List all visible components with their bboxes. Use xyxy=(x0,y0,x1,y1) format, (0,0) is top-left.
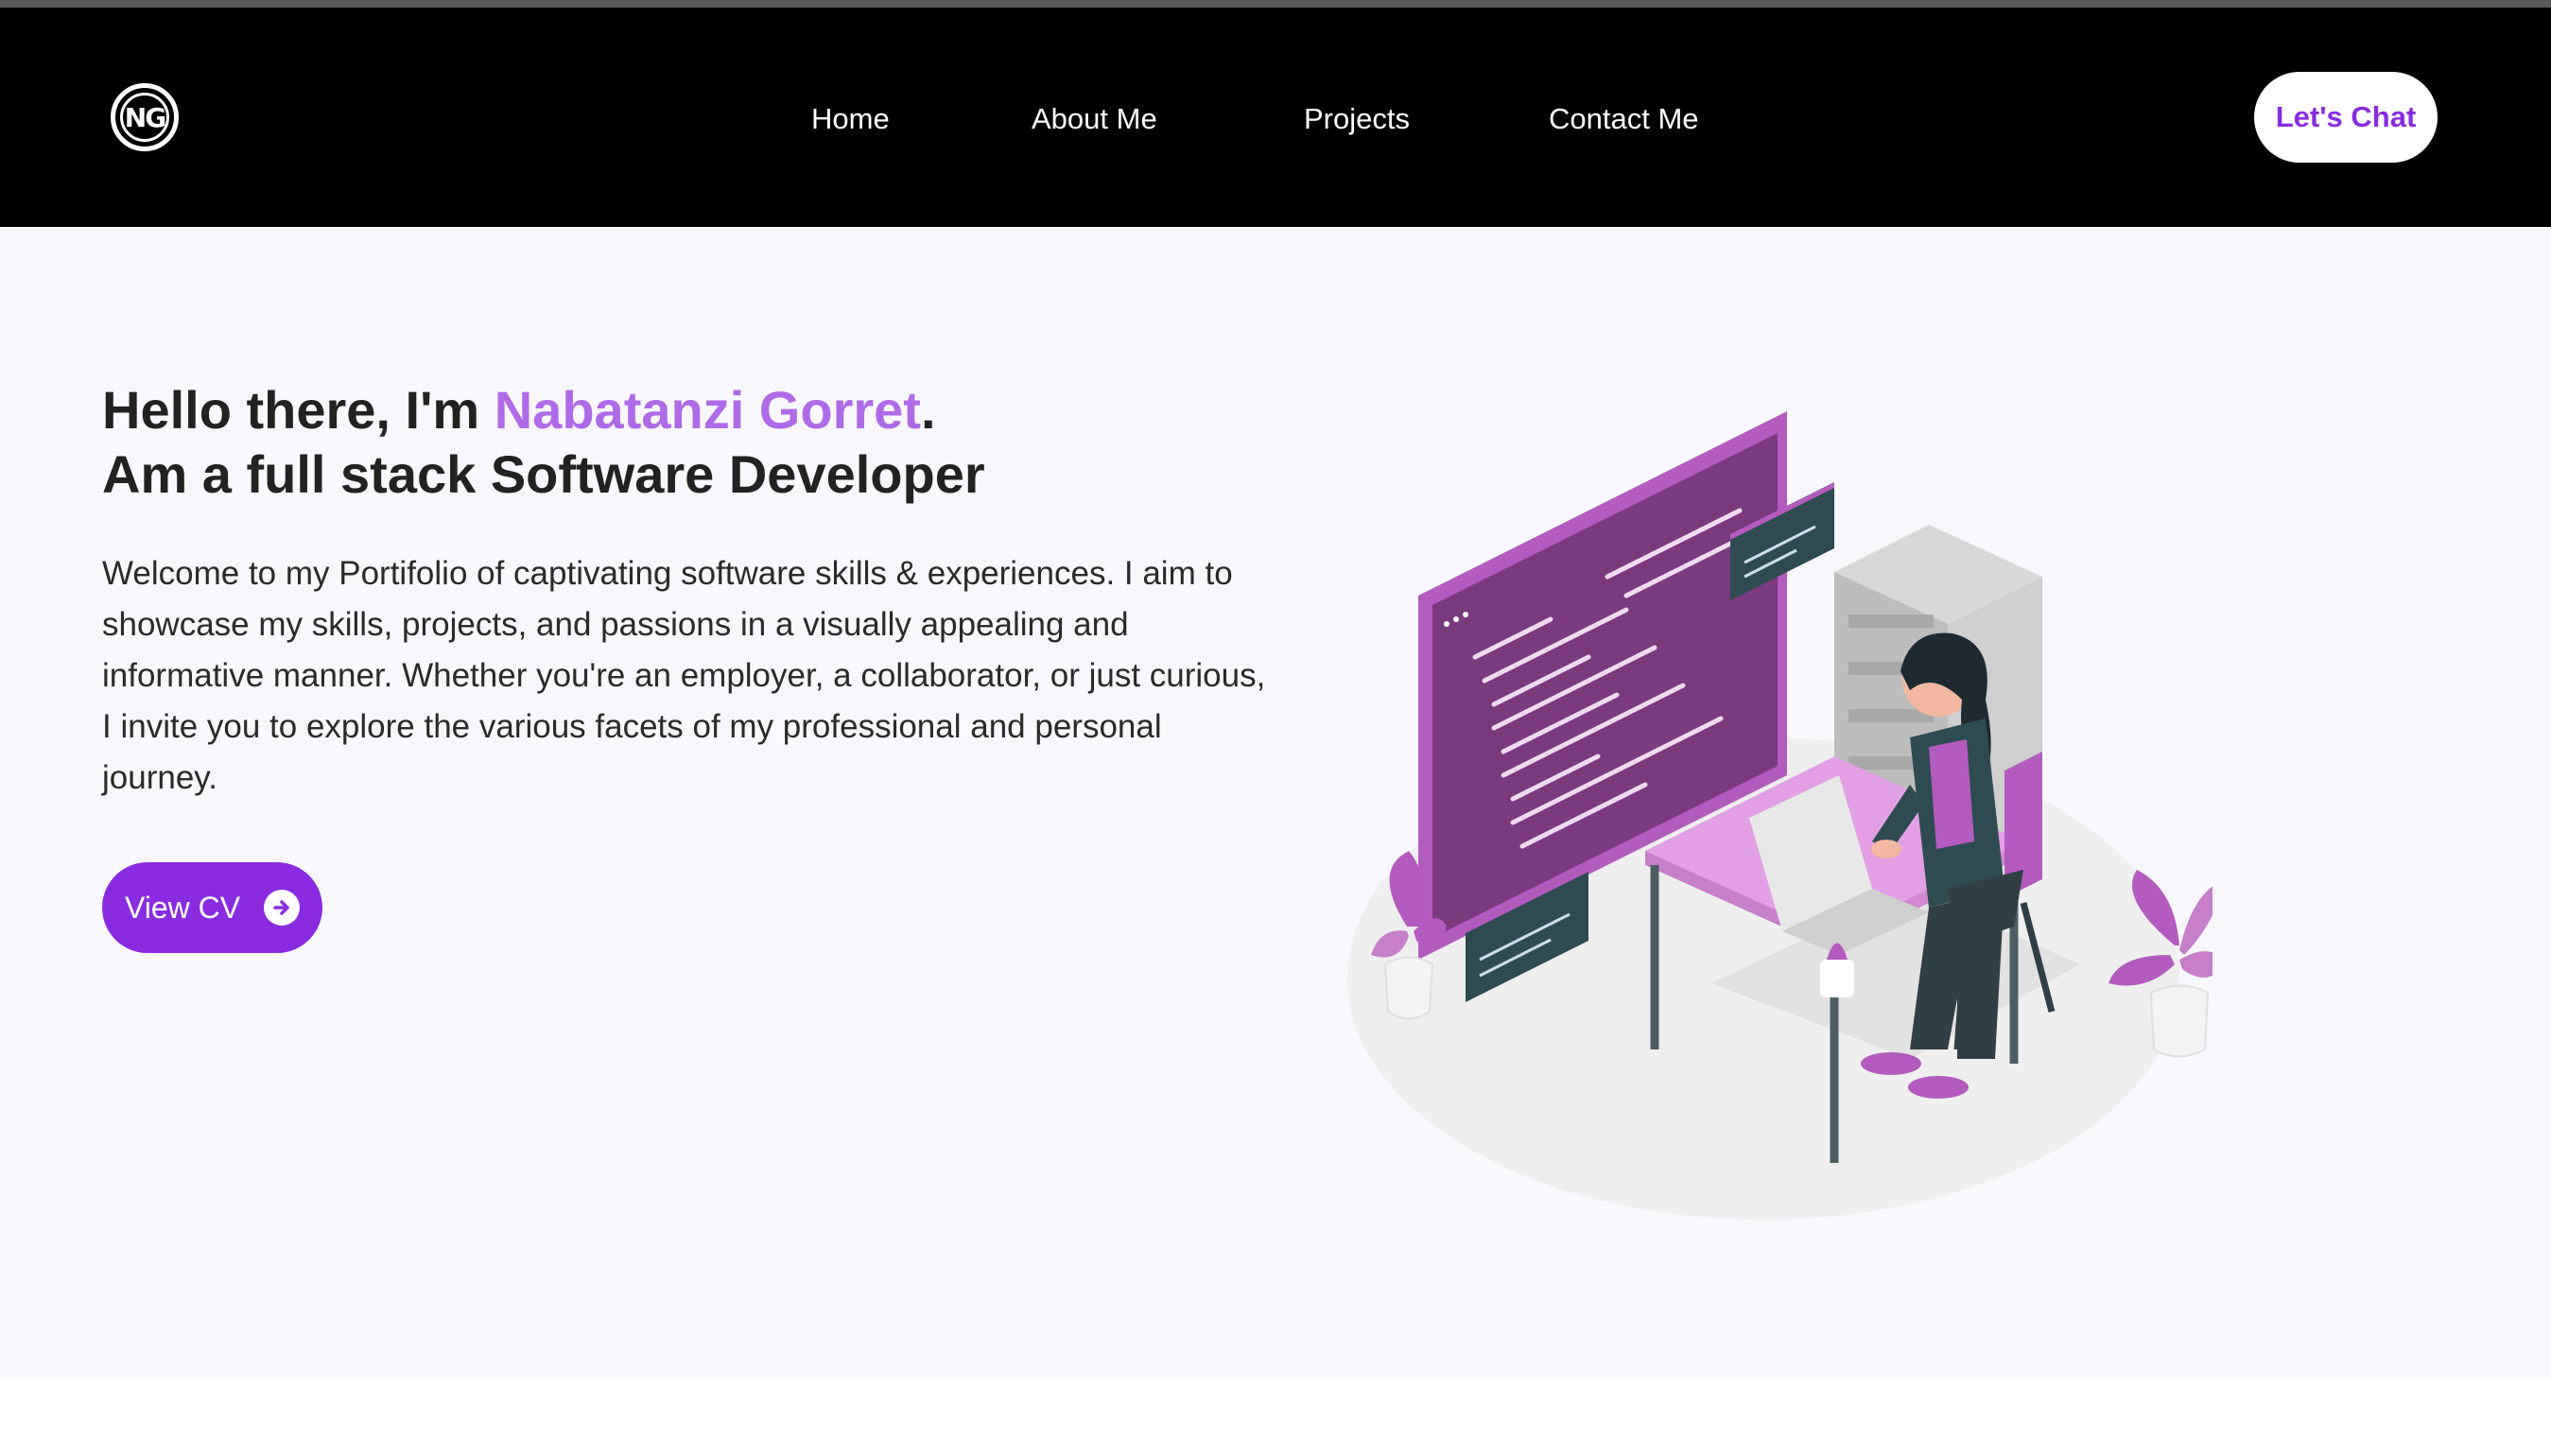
view-cv-button[interactable]: View CV xyxy=(102,862,322,953)
view-cv-label: View CV xyxy=(125,890,241,925)
nav-link-contact[interactable]: Contact Me xyxy=(1549,102,1699,136)
hero-headline: Hello there, I'm Nabatanzi Gorret. Am a … xyxy=(102,378,1284,507)
lets-chat-button[interactable]: Let's Chat xyxy=(2254,72,2438,163)
nav-link-projects[interactable]: Projects xyxy=(1304,102,1410,136)
hero-section: Hello there, I'm Nabatanzi Gorret. Am a … xyxy=(0,227,2551,1378)
navbar: NG Home About Me Projects Contact Me Let… xyxy=(0,8,2551,227)
hero-intro: Welcome to my Portifolio of captivating … xyxy=(102,555,1266,796)
greeting-prefix: Hello there, I'm xyxy=(102,380,495,440)
greeting-suffix: . xyxy=(920,380,936,440)
nav-link-about[interactable]: About Me xyxy=(1032,102,1157,136)
nav-link-home[interactable]: Home xyxy=(811,102,890,136)
nav-links: Home About Me Projects Contact Me xyxy=(0,8,2551,227)
developer-name: Nabatanzi Gorret xyxy=(494,380,921,440)
developer-at-desk-illustration xyxy=(1347,411,2213,1220)
arrow-right-circle-icon xyxy=(264,890,300,926)
hero-subtitle: Am a full stack Software Developer xyxy=(102,444,985,504)
top-border xyxy=(0,0,2551,8)
